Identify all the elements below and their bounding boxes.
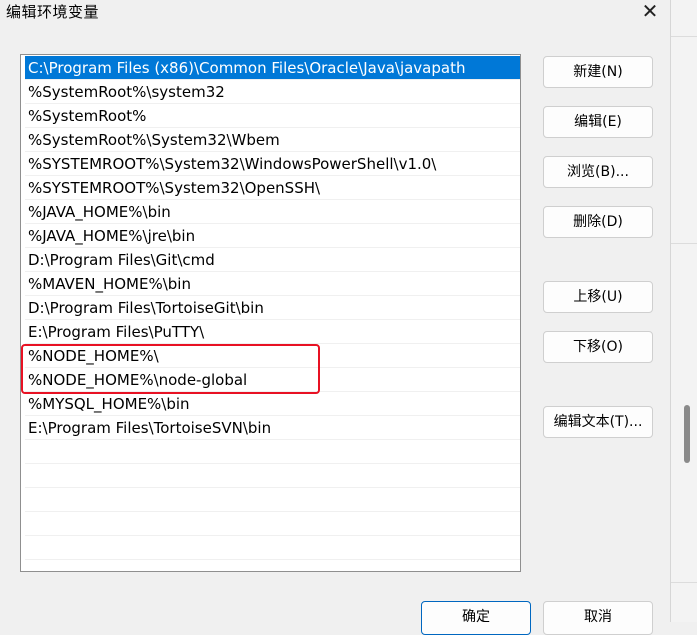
background-divider — [671, 582, 697, 583]
list-item[interactable]: %SystemRoot% — [25, 104, 520, 128]
move-up-button[interactable]: 上移(U) — [543, 281, 653, 313]
list-item[interactable]: E:\Program Files\TortoiseSVN\bin — [25, 416, 520, 440]
edit-env-var-dialog: 编辑环境变量 ✕ C:\Program Files (x86)\Common F… — [0, 0, 671, 635]
cancel-button[interactable]: 取消 — [543, 601, 653, 635]
edit-text-button[interactable]: 编辑文本(T)... — [543, 406, 653, 438]
list-item[interactable]: %MYSQL_HOME%\bin — [25, 392, 520, 416]
list-item[interactable]: %MAVEN_HOME%\bin — [25, 272, 520, 296]
list-item[interactable]: %JAVA_HOME%\jre\bin — [25, 224, 520, 248]
edit-button[interactable]: 编辑(E) — [543, 106, 653, 138]
list-item-empty[interactable] — [25, 536, 520, 560]
list-item-empty[interactable] — [25, 464, 520, 488]
background-window-edge — [671, 0, 697, 622]
list-item[interactable]: D:\Program Files\TortoiseGit\bin — [25, 296, 520, 320]
list-item[interactable]: %SYSTEMROOT%\System32\OpenSSH\ — [25, 176, 520, 200]
list-item[interactable]: %SystemRoot%\System32\Wbem — [25, 128, 520, 152]
dialog-title: 编辑环境变量 — [6, 3, 100, 21]
list-item[interactable]: %SystemRoot%\system32 — [25, 80, 520, 104]
annotation-highlight-box — [21, 344, 320, 394]
background-divider — [671, 36, 697, 37]
delete-button[interactable]: 删除(D) — [543, 206, 653, 238]
list-item-empty[interactable] — [25, 512, 520, 536]
new-button[interactable]: 新建(N) — [543, 56, 653, 88]
list-item-empty[interactable] — [25, 488, 520, 512]
path-list[interactable]: C:\Program Files (x86)\Common Files\Orac… — [20, 54, 521, 572]
background-divider — [671, 243, 697, 244]
list-item-empty[interactable] — [25, 440, 520, 464]
move-down-button[interactable]: 下移(O) — [543, 331, 653, 363]
close-icon[interactable]: ✕ — [632, 0, 668, 24]
list-item-empty[interactable] — [25, 560, 520, 571]
browse-button[interactable]: 浏览(B)... — [543, 156, 653, 188]
list-item[interactable]: E:\Program Files\PuTTY\ — [25, 320, 520, 344]
list-item[interactable]: D:\Program Files\Git\cmd — [25, 248, 520, 272]
list-item[interactable]: %SYSTEMROOT%\System32\WindowsPowerShell\… — [25, 152, 520, 176]
list-item[interactable]: C:\Program Files (x86)\Common Files\Orac… — [25, 56, 520, 80]
ok-button[interactable]: 确定 — [421, 601, 531, 635]
background-scrollbar-thumb[interactable] — [684, 405, 690, 463]
list-item[interactable]: %JAVA_HOME%\bin — [25, 200, 520, 224]
